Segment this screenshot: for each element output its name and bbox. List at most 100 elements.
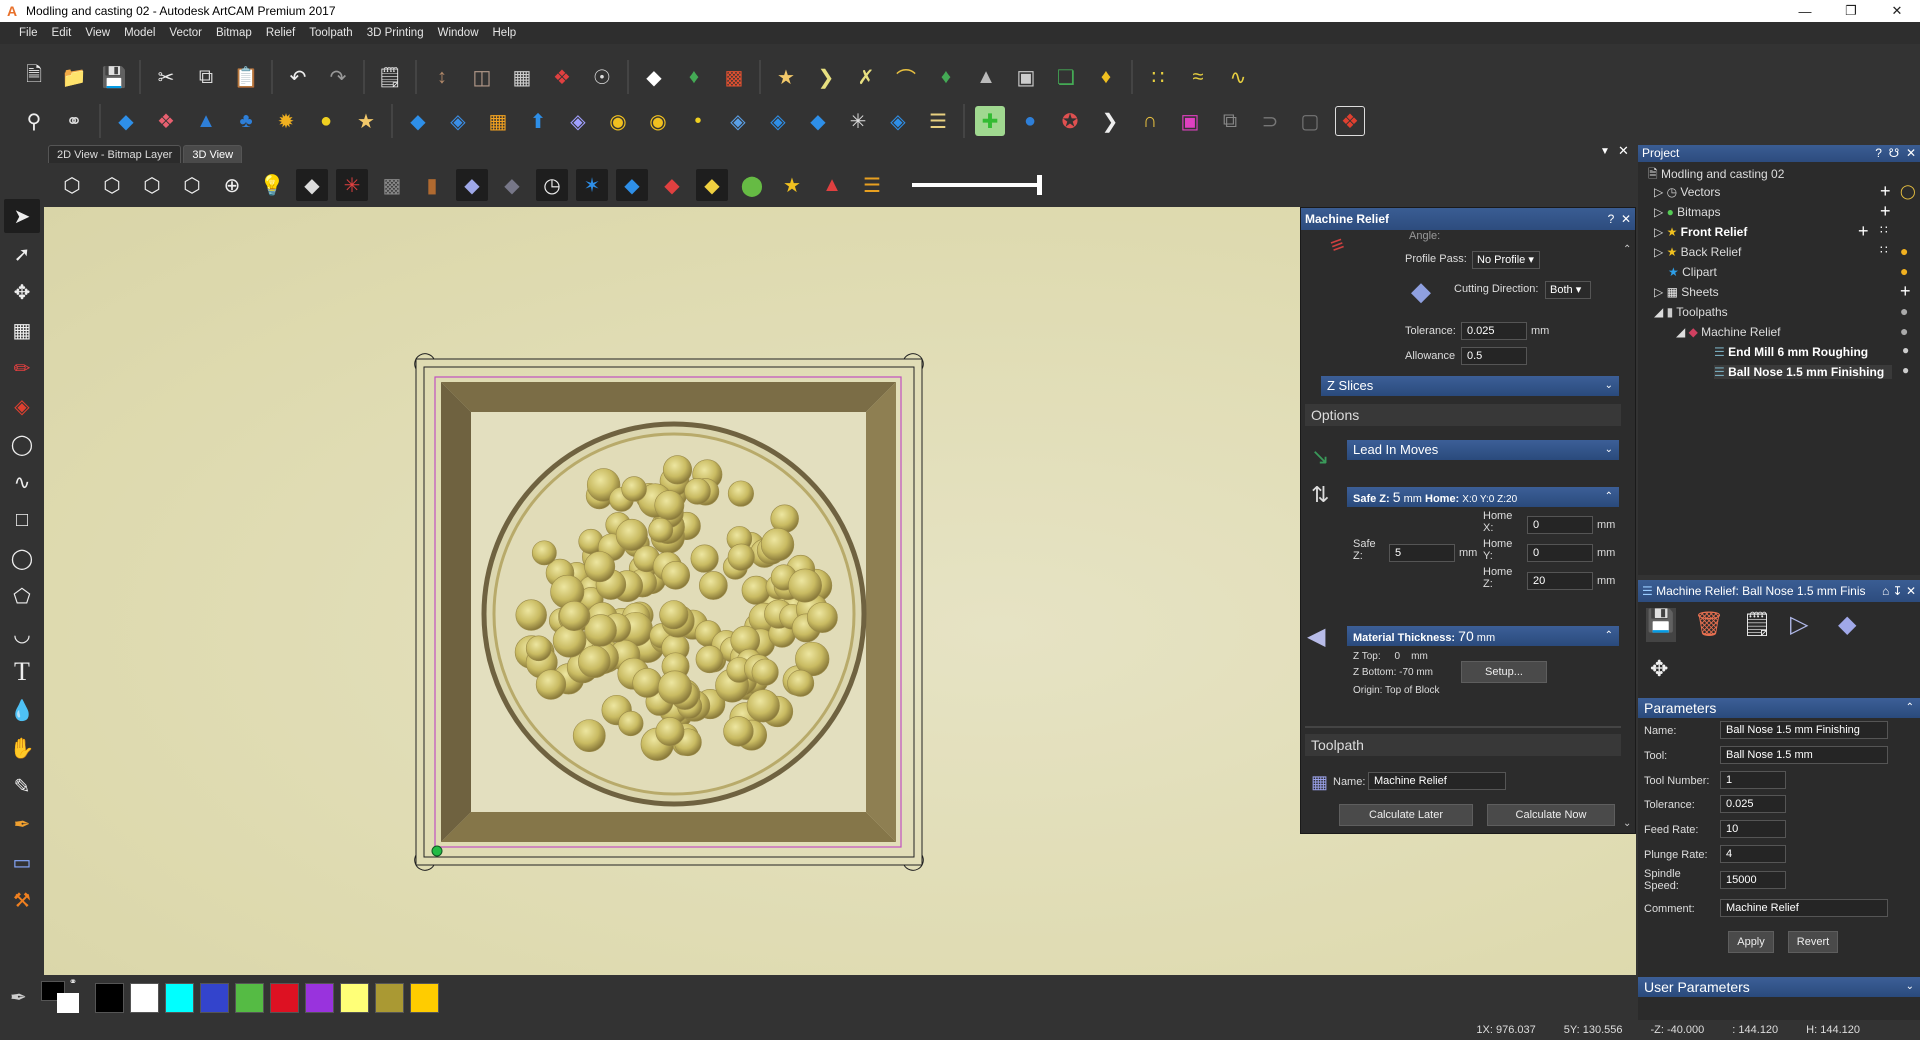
minimize-button[interactable]: — [1782, 0, 1828, 22]
color-swatch[interactable] [339, 982, 369, 1013]
relief-pan-icon[interactable]: ▲ [971, 62, 1001, 92]
home-icon[interactable]: ⌂ [1882, 584, 1889, 598]
home-x-input[interactable]: 0 [1527, 516, 1593, 534]
model-size-icon[interactable]: ↕ [427, 62, 457, 92]
red-target-icon[interactable]: ❖ [1335, 106, 1365, 136]
z-slices-section[interactable]: Z Slices ⌄ [1321, 376, 1619, 396]
menu-help[interactable]: Help [486, 27, 524, 39]
trim-icon[interactable]: ✗ [851, 62, 881, 92]
add-vector-icon[interactable]: + [1880, 181, 1891, 202]
relief-offset-icon[interactable]: ⬆ [523, 106, 553, 136]
save-icon[interactable]: 💾 [99, 62, 129, 92]
color-swatch[interactable] [164, 982, 194, 1013]
profile-pass-select[interactable]: No Profile ▾ [1472, 251, 1540, 269]
green-layers-icon[interactable]: ⬤ [736, 169, 768, 201]
view-reset-icon[interactable]: ⚭ [59, 106, 89, 136]
tape-measure-icon[interactable]: ◯ [4, 427, 40, 461]
add-relief-icon[interactable]: + [1858, 221, 1869, 242]
paste-icon[interactable]: 📋 [231, 62, 261, 92]
zoom-box-icon[interactable]: ⚲ [19, 106, 49, 136]
eraser-shape-icon[interactable]: ◈ [4, 389, 40, 423]
revert-button[interactable]: Revert [1788, 931, 1838, 953]
apply-button[interactable]: Apply [1728, 931, 1774, 953]
safe-z-input[interactable]: 5 [1389, 544, 1455, 562]
smudge-hand-icon[interactable]: ✋ [4, 731, 40, 765]
visibility-icon[interactable]: ● [1902, 363, 1909, 377]
open-folder-icon[interactable]: 📁 [59, 62, 89, 92]
relief-layer-icon[interactable]: ◈ [563, 106, 593, 136]
front-view-icon[interactable]: ⬡ [96, 169, 128, 201]
toolpath-sim-icon[interactable]: ◆ [496, 169, 528, 201]
node-editing-icon[interactable]: ∷ [1143, 62, 1173, 92]
menu-toolpath[interactable]: Toolpath [302, 27, 359, 39]
cut-icon[interactable]: ✂ [151, 62, 181, 92]
emboss-icon[interactable]: ● [311, 106, 341, 136]
relief-layers-icon[interactable]: ∷ [1880, 223, 1888, 237]
param-spindle-speed-input[interactable]: 15000 [1720, 871, 1786, 889]
frame-icon[interactable]: ▣ [1011, 62, 1041, 92]
color-swatch[interactable] [199, 982, 229, 1013]
menu-window[interactable]: Window [431, 27, 486, 39]
close-view-icon[interactable]: ✕ [1618, 143, 1629, 159]
menu-edit[interactable]: Edit [45, 27, 79, 39]
user-parameters-section[interactable]: User Parameters ⌄ [1638, 977, 1920, 997]
menu-relief[interactable]: Relief [259, 27, 302, 39]
color-swatch[interactable] [129, 982, 159, 1013]
home-z-input[interactable]: 20 [1527, 572, 1593, 590]
relief-stack-icon[interactable]: ✳ [843, 106, 873, 136]
color-layers-icon[interactable]: ▩ [719, 62, 749, 92]
menu-vector[interactable]: Vector [162, 27, 209, 39]
pin-icon[interactable]: ☋ [1889, 146, 1900, 160]
visibility-icon[interactable]: ● [1900, 323, 1908, 339]
param-tolerance-input[interactable]: 0.025 [1720, 795, 1786, 813]
cutting-direction-select[interactable]: Both ▾ [1545, 281, 1591, 299]
shape-editor-icon[interactable]: ◆ [111, 106, 141, 136]
copy-icon[interactable]: ⧉ [191, 62, 221, 92]
param-tool-input[interactable]: Ball Nose 1.5 mm [1720, 746, 1888, 764]
color-picker-brush-icon[interactable]: ✒ [10, 985, 27, 1010]
vector-clock-icon[interactable]: ◷ [536, 169, 568, 201]
texture-icon[interactable]: ✹ [271, 106, 301, 136]
primary-secondary-colors[interactable]: ⚭ [40, 977, 85, 1015]
relief-cap-icon[interactable]: ◈ [763, 106, 793, 136]
relief-layers-icon[interactable]: ∷ [1880, 243, 1888, 257]
param-plunge-rate-input[interactable]: 4 [1720, 845, 1786, 863]
color-stack-icon[interactable]: ☰ [856, 169, 888, 201]
extrude-icon[interactable]: ♦ [1091, 62, 1121, 92]
redo-icon[interactable]: ↷ [323, 62, 353, 92]
light-bulb-icon[interactable]: 💡 [256, 169, 288, 201]
layer-yellow-icon[interactable]: ◆ [696, 169, 728, 201]
delete-toolpath-icon[interactable]: 🗑 [1694, 610, 1724, 639]
tree-item-vectors[interactable]: ▷ ◷ Vectors [1654, 185, 1720, 199]
color-swatch[interactable] [269, 982, 299, 1013]
help-icon[interactable]: ? [1608, 212, 1615, 226]
link-colors-icon[interactable]: ⚭ [69, 977, 77, 988]
eraser-icon[interactable]: ▭ [4, 845, 40, 879]
slider-handle[interactable] [1037, 175, 1042, 195]
add-sheet-icon[interactable]: + [1900, 281, 1911, 302]
new-file-icon[interactable]: 🗎 [19, 62, 49, 92]
smooth-vector-icon[interactable]: ❯ [811, 62, 841, 92]
tree-item-bitmaps[interactable]: ▷ ● Bitmaps [1654, 205, 1721, 219]
side-view-icon[interactable]: ⬡ [136, 169, 168, 201]
fillet-icon[interactable]: ⌒ [891, 62, 921, 92]
tree-item-toolpaths[interactable]: ◢ ▮ Toolpaths [1654, 305, 1728, 319]
shape-overlap-icon[interactable]: ⧉ [1215, 106, 1245, 136]
rounded-rect-icon[interactable]: ▢ [1295, 106, 1325, 136]
relief-wireframe-icon[interactable]: ◈ [883, 106, 913, 136]
notes-icon[interactable]: 🗒 [1742, 610, 1772, 639]
layer-red-icon[interactable]: ◆ [656, 169, 688, 201]
allowance-input[interactable]: 0.5 [1461, 347, 1527, 365]
param-feed-rate-input[interactable]: 10 [1720, 820, 1786, 838]
axis-icon[interactable]: ✳ [336, 169, 368, 201]
arc-icon[interactable]: ◡ [4, 617, 40, 651]
split-view-icon[interactable]: ◫ [467, 62, 497, 92]
add-green-icon[interactable]: ✚ [975, 106, 1005, 136]
relief-point-icon[interactable]: ◉ [643, 106, 673, 136]
project-root[interactable]: 🗎 Modling and casting 02 [1648, 165, 1784, 186]
material-icon[interactable]: ▮ [416, 169, 448, 201]
layer-blue-icon[interactable]: ◆ [616, 169, 648, 201]
iso-view-icon[interactable]: ⬡ [56, 169, 88, 201]
material-thickness-section[interactable]: Material Thickness: 70 mm ⌃ [1347, 626, 1619, 646]
panel-scrollbar[interactable]: ⌃ ⌄ [1621, 244, 1635, 829]
